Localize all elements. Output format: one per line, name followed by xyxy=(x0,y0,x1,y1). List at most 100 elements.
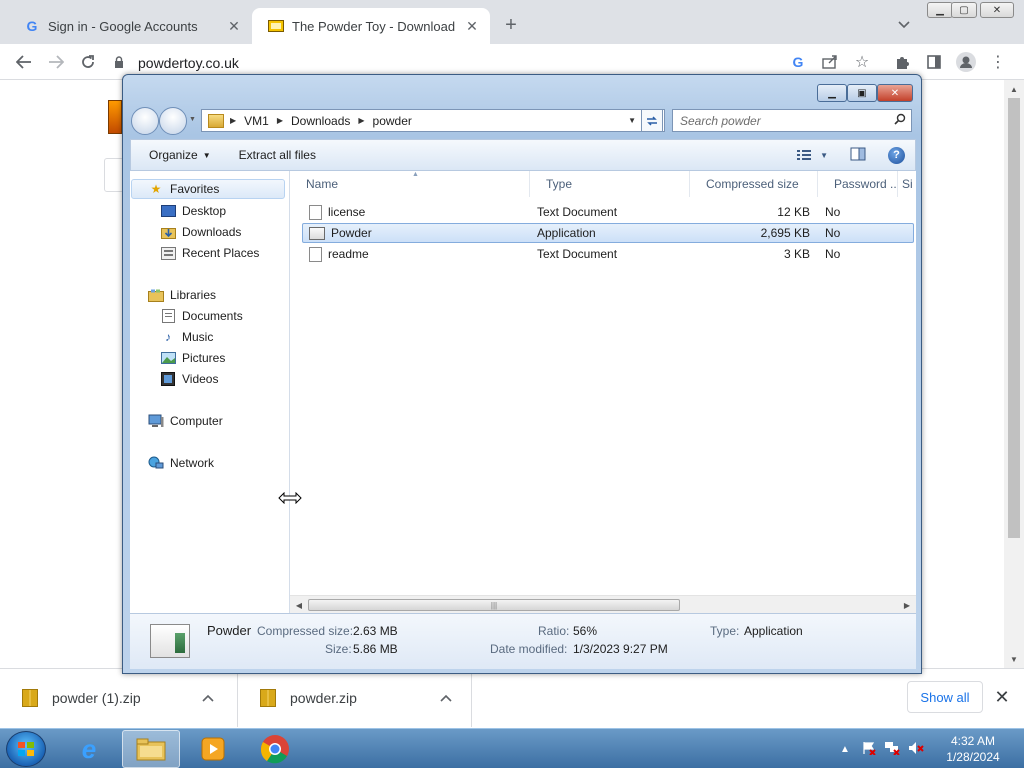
menu-kebab-icon[interactable]: ⋮ xyxy=(986,50,1010,74)
show-hidden-icons-icon[interactable]: ▲ xyxy=(840,744,850,755)
side-panel-icon[interactable] xyxy=(922,50,946,74)
breadcrumb-separator-icon[interactable]: ▶ xyxy=(230,116,236,125)
google-lens-icon[interactable]: G xyxy=(786,50,810,74)
nav-desktop[interactable]: Desktop xyxy=(160,201,226,221)
start-button[interactable] xyxy=(6,731,46,767)
file-password: No xyxy=(825,226,841,240)
breadcrumb-downloads[interactable]: Downloads xyxy=(291,114,350,128)
show-all-button[interactable]: Show all xyxy=(907,681,983,713)
minimize-button[interactable]: ▁ xyxy=(927,2,953,18)
close-icon[interactable]: ✕ xyxy=(464,18,480,34)
scrollbar-thumb[interactable] xyxy=(1008,98,1020,538)
chevron-up-icon[interactable] xyxy=(202,691,226,705)
column-header-password[interactable]: Password ... xyxy=(818,171,898,197)
tab-google-signin[interactable]: G Sign in - Google Accounts ✕ xyxy=(8,8,252,44)
download-item[interactable]: powder (1).zip xyxy=(0,669,238,727)
volume-icon[interactable] xyxy=(908,741,924,758)
tab-search-chevron-icon[interactable] xyxy=(893,14,915,36)
details-date: 1/3/2023 9:27 PM xyxy=(573,642,668,656)
chevron-up-icon[interactable] xyxy=(440,691,464,705)
chrome-icon xyxy=(260,735,289,764)
address-dropdown-icon[interactable]: ▼ xyxy=(628,116,636,125)
file-row-license[interactable]: license Text Document 12 KB No xyxy=(302,202,914,222)
nav-network[interactable]: Network xyxy=(148,453,214,473)
extract-all-button[interactable]: Extract all files xyxy=(239,148,316,162)
breadcrumb-vm1[interactable]: VM1 xyxy=(244,114,269,128)
search-box[interactable]: Search powder xyxy=(672,109,912,132)
breadcrumb-separator-icon[interactable]: ▶ xyxy=(277,116,283,125)
share-icon[interactable] xyxy=(818,50,842,74)
navigation-pane: ★ Favorites Desktop Downloads Recent Pla… xyxy=(130,171,290,613)
scrollbar-thumb[interactable]: ||| xyxy=(308,599,680,611)
internet-explorer-icon: e xyxy=(81,733,97,764)
action-center-icon[interactable] xyxy=(862,741,876,758)
file-row-powder[interactable]: Powder Application 2,695 KB No xyxy=(302,223,914,243)
search-icon[interactable] xyxy=(894,113,906,128)
scroll-down-icon[interactable]: ▼ xyxy=(1004,652,1024,666)
nav-downloads[interactable]: Downloads xyxy=(160,222,241,242)
breadcrumb-separator-icon[interactable]: ▶ xyxy=(358,116,364,125)
media-player-icon xyxy=(201,737,225,761)
file-name-cell: Powder xyxy=(309,226,372,240)
forward-button[interactable] xyxy=(159,107,187,135)
nav-computer[interactable]: Computer xyxy=(148,411,223,431)
nav-pictures[interactable]: Pictures xyxy=(160,348,225,368)
address-bar[interactable]: powdertoy.co.uk xyxy=(108,49,880,77)
file-row-readme[interactable]: readme Text Document 3 KB No xyxy=(302,244,914,264)
column-header-size[interactable]: Si xyxy=(898,171,916,197)
taskbar-internet-explorer[interactable]: e xyxy=(60,730,118,768)
column-header-name[interactable]: Name xyxy=(290,171,530,197)
nav-recent-places[interactable]: Recent Places xyxy=(160,243,259,263)
help-icon[interactable]: ? xyxy=(888,146,905,164)
computer-icon xyxy=(148,414,164,429)
taskbar-media-player[interactable] xyxy=(184,730,242,768)
file-password: No xyxy=(825,247,841,261)
new-tab-button[interactable]: + xyxy=(500,14,522,36)
preview-pane-icon[interactable] xyxy=(850,147,866,164)
column-header-type[interactable]: Type xyxy=(530,171,690,197)
nav-documents[interactable]: Documents xyxy=(160,306,243,326)
horizontal-scrollbar[interactable]: ◀ ||| ▶ xyxy=(290,595,916,613)
explorer-minimize-button[interactable]: ▁ xyxy=(817,84,847,102)
back-button[interactable] xyxy=(131,107,159,135)
taskbar-windows-explorer[interactable] xyxy=(122,730,180,768)
column-header-compressed-size[interactable]: Compressed size xyxy=(690,171,818,197)
nav-libraries[interactable]: Libraries xyxy=(148,285,216,305)
tab-powder-toy[interactable]: The Powder Toy - Download ✕ xyxy=(252,8,490,44)
back-arrow-icon[interactable] xyxy=(12,50,36,74)
change-view-button[interactable]: ▼ xyxy=(796,149,828,161)
nav-music[interactable]: ♪ Music xyxy=(160,327,213,347)
extensions-puzzle-icon[interactable] xyxy=(890,50,914,74)
powder-toy-icon xyxy=(268,18,284,34)
forward-arrow-icon[interactable] xyxy=(44,50,68,74)
organize-button[interactable]: Organize ▼ xyxy=(149,148,211,162)
scroll-right-icon[interactable]: ▶ xyxy=(900,598,914,612)
maximize-button[interactable]: ▢ xyxy=(951,2,977,18)
explorer-close-button[interactable]: ✕ xyxy=(877,84,913,102)
scroll-up-icon[interactable]: ▲ xyxy=(1004,82,1024,96)
close-window-button[interactable]: ✕ xyxy=(980,2,1014,18)
network-icon[interactable] xyxy=(884,741,900,758)
scroll-left-icon[interactable]: ◀ xyxy=(292,598,306,612)
explorer-maximize-button[interactable]: ▣ xyxy=(847,84,877,102)
page-scrollbar[interactable]: ▲ ▼ xyxy=(1004,80,1024,668)
clock[interactable]: 4:32 AM 1/28/2024 xyxy=(930,733,1016,765)
nav-label: Libraries xyxy=(170,288,217,302)
breadcrumb[interactable]: ▶ VM1 ▶ Downloads ▶ powder ▼ xyxy=(201,109,665,132)
recent-pages-chevron-icon[interactable]: ▼ xyxy=(189,116,196,123)
taskbar-chrome[interactable] xyxy=(246,730,304,768)
close-icon[interactable]: ✕ xyxy=(992,685,1012,709)
profile-avatar-icon[interactable] xyxy=(954,50,978,74)
breadcrumb-powder[interactable]: powder xyxy=(373,114,412,128)
bookmark-star-icon[interactable]: ☆ xyxy=(850,50,874,74)
refresh-button[interactable] xyxy=(641,109,663,132)
desktop-icon xyxy=(160,204,176,219)
file-name: Powder xyxy=(331,226,372,240)
reload-icon[interactable] xyxy=(76,50,100,74)
download-item[interactable]: powder.zip xyxy=(238,669,472,727)
close-icon[interactable]: ✕ xyxy=(226,18,242,34)
nav-videos[interactable]: Videos xyxy=(160,369,218,389)
nav-favorites[interactable]: ★ Favorites xyxy=(131,179,285,199)
resize-cursor-icon xyxy=(278,491,302,509)
system-tray: ▲ xyxy=(840,729,924,768)
